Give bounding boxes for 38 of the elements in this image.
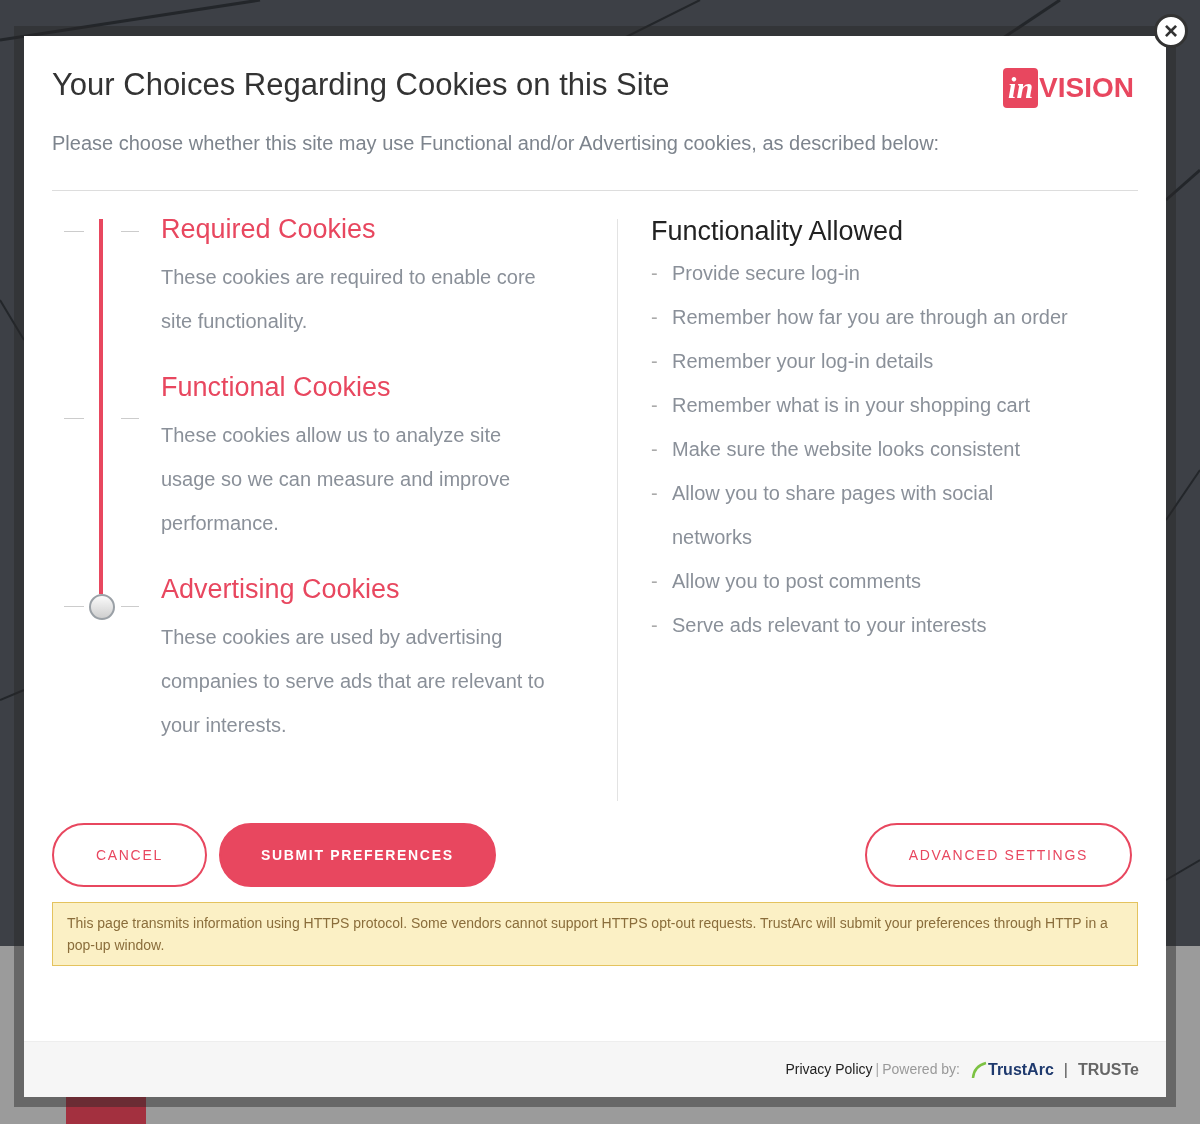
https-notice: This page transmits information using HTTPS protocol. Some vendors cannot support HTTPS opt-out requests. TrustArc will submit your preferences through HTTP in a pop-up window. <box>52 902 1138 966</box>
advanced-settings-button[interactable]: ADVANCED SETTINGS <box>864 823 1132 887</box>
functionality-item: Allow you to share pages with social networks <box>672 481 995 550</box>
submit-button[interactable]: SUBMIT PREFERENCES <box>218 823 496 887</box>
level-description: These cookies allow us to analyze site usage so we can measure and improve performance. <box>161 423 512 536</box>
level-heading: Functional Cookies <box>161 371 392 404</box>
functionality-item: Allow you to post comments <box>672 569 922 594</box>
level-description: These cookies are required to enable core site functionality. <box>161 265 537 334</box>
separator: | <box>875 1060 880 1079</box>
brand-divider: | <box>1063 1059 1068 1080</box>
slider-thumb[interactable] <box>89 593 115 620</box>
bullet-dash: - <box>651 305 659 330</box>
bullet-dash: - <box>651 613 659 638</box>
dialog-title: Your Choices Regarding Cookies on this Site <box>52 66 670 104</box>
functionality-item: Make sure the website looks consistent <box>672 437 1021 462</box>
arc-icon <box>970 1060 988 1079</box>
cancel-button[interactable]: CANCEL <box>52 823 207 887</box>
bullet-dash: - <box>651 569 659 594</box>
powered-by-label: Powered by: <box>882 1060 960 1079</box>
trustarc-brand: TrustArc <box>988 1059 1054 1080</box>
bullet-dash: - <box>651 349 659 374</box>
functionality-item: Serve ads relevant to your interests <box>672 613 988 638</box>
functionality-item: Remember what is in your shopping cart <box>672 393 1031 418</box>
bullet-dash: - <box>651 481 659 506</box>
privacy-policy-link[interactable]: Privacy Policy <box>785 1059 873 1080</box>
bullet-dash: - <box>651 437 659 462</box>
level-heading: Advertising Cookies <box>161 573 401 606</box>
functionality-heading: Functionality Allowed <box>651 215 905 248</box>
level-heading: Required Cookies <box>161 213 377 246</box>
truste-brand: TRUSTe <box>1077 1059 1139 1080</box>
level-description: These cookies are used by advertising companies to serve ads that are relevant to your interests. <box>161 625 546 738</box>
functionality-item: Provide secure log-in <box>672 261 861 286</box>
bullet-dash: - <box>651 393 659 418</box>
functionality-item: Remember your log-in details <box>672 349 935 374</box>
bullet-dash: - <box>651 261 659 286</box>
functionality-item: Remember how far you are through an order <box>672 305 1069 330</box>
dialog-subtitle: Please choose whether this site may use Functional and/or Advertising cookies, as described below: <box>52 131 941 156</box>
invision-logo: in VISION <box>1003 68 1134 108</box>
